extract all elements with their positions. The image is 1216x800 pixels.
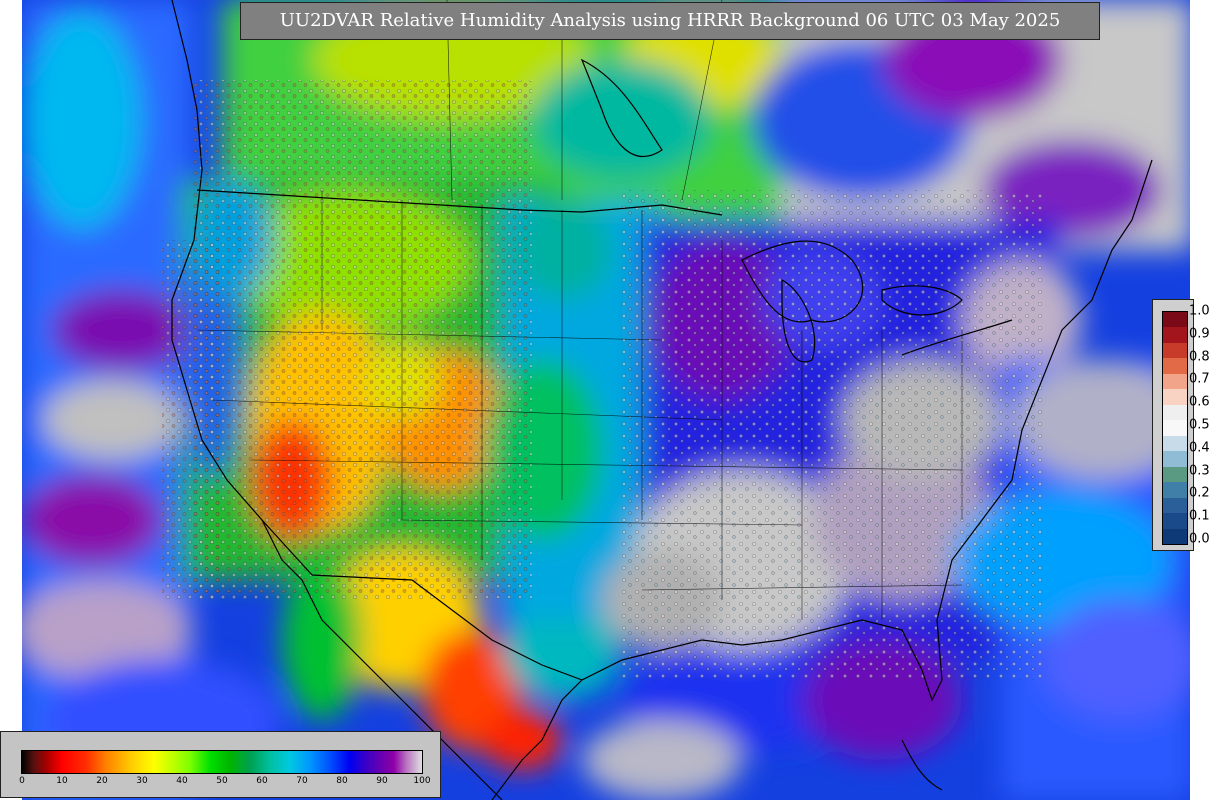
bottom-colorbar: 0 10 20 30 40 50 60 70 80 90 100 <box>0 731 441 798</box>
colorbar-tick-label: 30 <box>136 776 148 786</box>
colorbar-tick-label: 20 <box>96 776 108 786</box>
legend-segment <box>1163 435 1187 452</box>
legend-label: 0.3 <box>1189 463 1210 479</box>
map-canvas <box>22 0 1190 800</box>
legend-label: 0.4 <box>1189 440 1210 456</box>
legend-label: 0.0 <box>1189 531 1210 547</box>
map-title: UU2DVAR Relative Humidity Analysis using… <box>240 2 1100 40</box>
legend-segment <box>1163 420 1187 437</box>
legend-segment <box>1163 389 1187 406</box>
colorbar-tick-label: 80 <box>336 776 348 786</box>
colorbar-tick-label: 70 <box>296 776 308 786</box>
colorbar-tick-label: 10 <box>56 776 68 786</box>
legend-label: 0.2 <box>1189 485 1210 501</box>
legend-segment <box>1163 373 1187 390</box>
legend-colorbar <box>1162 311 1188 545</box>
legend-label: 0.8 <box>1189 349 1210 365</box>
legend-label: 1.0 <box>1189 303 1210 319</box>
colorbar-strip <box>21 750 423 774</box>
legend-segment <box>1163 404 1187 421</box>
colorbar-tick-label: 0 <box>19 776 25 786</box>
legend-segment <box>1163 312 1187 328</box>
colorbar-tick-label: 40 <box>176 776 188 786</box>
legend-segment <box>1163 327 1187 344</box>
legend-label: 0.5 <box>1189 417 1210 433</box>
legend-label: 0.9 <box>1189 326 1210 342</box>
legend-label: 0.7 <box>1189 371 1210 387</box>
legend-segment <box>1163 358 1187 375</box>
colorbar-tick-label: 90 <box>376 776 388 786</box>
colorbar-tick-label: 100 <box>413 776 431 786</box>
colorbar-tick-label: 50 <box>216 776 228 786</box>
right-legend: 1.0 0.9 0.8 0.7 0.6 0.5 0.4 0.3 0.2 0.1 0.0 <box>1152 299 1210 551</box>
legend-segment <box>1163 342 1187 359</box>
colorbar-tick-label: 60 <box>256 776 268 786</box>
humidity-map <box>22 0 1190 800</box>
legend-segment <box>1163 528 1187 545</box>
legend-segment <box>1163 497 1187 514</box>
legend-label: 0.6 <box>1189 394 1210 410</box>
legend-segment <box>1163 466 1187 483</box>
legend-segment <box>1163 513 1187 530</box>
legend-segment <box>1163 482 1187 499</box>
legend-label: 0.1 <box>1189 508 1210 524</box>
legend-segment <box>1163 451 1187 468</box>
